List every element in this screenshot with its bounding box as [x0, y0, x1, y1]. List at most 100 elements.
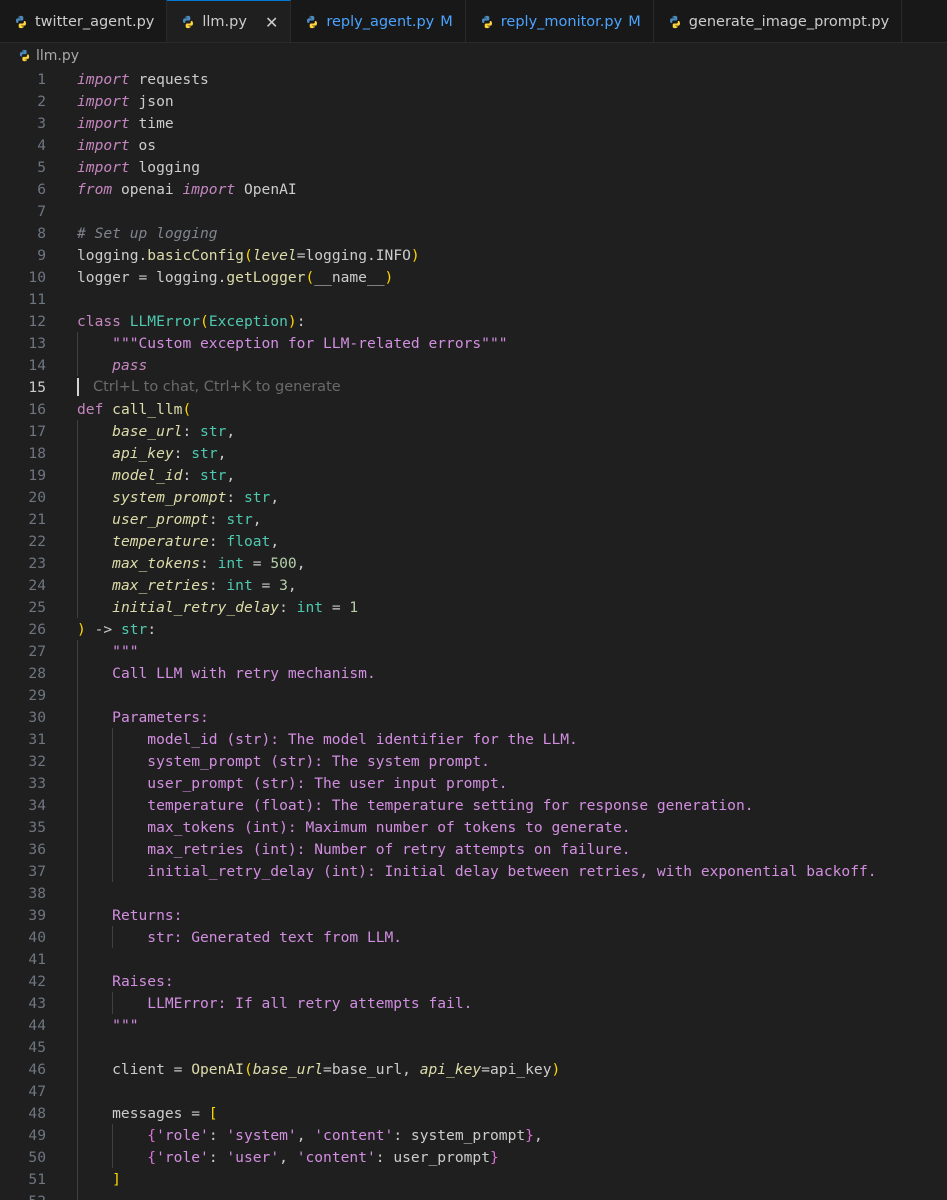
code-text: """ [112, 642, 139, 660]
tab-label: llm.py [202, 14, 247, 30]
code-text: class LLMError(Exception): [77, 312, 306, 330]
line-number: 1 [37, 70, 46, 88]
line-number: 47 [28, 1082, 46, 1100]
code-text: Raises: [112, 972, 174, 990]
line-number: 16 [28, 400, 46, 418]
code-line: 13 """Custom exception for LLM-related e… [0, 332, 947, 354]
line-number: 3 [37, 114, 46, 132]
code-line: 46 client = OpenAI(base_url=base_url, ap… [0, 1058, 947, 1080]
line-number: 24 [28, 576, 46, 594]
line-number: 11 [28, 290, 46, 308]
line-number: 28 [28, 664, 46, 682]
tab-reply-monitor[interactable]: reply_monitor.py M [465, 0, 654, 42]
python-file-icon [183, 15, 194, 29]
code-line: 30 Parameters: [0, 706, 947, 728]
code-line: 24 max_retries: int = 3, [0, 574, 947, 596]
code-text: model_id: str, [112, 466, 236, 484]
line-number: 13 [28, 334, 46, 352]
code-line: 23 max_tokens: int = 500, [0, 552, 947, 574]
python-file-icon [481, 15, 492, 28]
line-number: 30 [28, 708, 46, 726]
inline-hint: Ctrl+L to chat, Ctrl+K to generate [93, 379, 341, 395]
line-number: 9 [37, 246, 46, 264]
code-text: Parameters: [112, 708, 209, 726]
python-file-icon [19, 49, 30, 62]
code-line: 6 from openai import OpenAI [0, 178, 947, 200]
code-line: 21 user_prompt: str, [0, 508, 947, 530]
code-text: temperature: float, [112, 532, 280, 550]
code-editor[interactable]: 1 import requests 2 import json 3 import ti… [0, 68, 947, 1200]
tab-twitter-agent[interactable]: twitter_agent.py [0, 0, 168, 42]
line-number: 8 [37, 224, 46, 242]
code-text: system_prompt: str, [112, 488, 280, 506]
code-line: 48 messages = [ [0, 1102, 947, 1124]
line-number: 51 [28, 1170, 46, 1188]
line-number: 35 [28, 818, 46, 836]
close-icon[interactable]: ✕ [265, 13, 278, 32]
line-number: 41 [28, 950, 46, 968]
code-text: base_url: str, [112, 422, 236, 440]
code-line: 17 base_url: str, [0, 420, 947, 442]
tab-llm[interactable]: llm.py ✕ [167, 0, 292, 42]
modified-badge: M [628, 13, 641, 30]
code-text: Returns: [112, 906, 183, 924]
code-text: import time [77, 114, 174, 132]
line-number: 20 [28, 488, 46, 506]
tab-label: twitter_agent.py [35, 13, 155, 30]
code-line: 38 [0, 882, 947, 904]
breadcrumb-file: llm.py [36, 47, 80, 64]
code-line: 11 [0, 288, 947, 310]
code-text: """Custom exception for LLM-related erro… [112, 334, 508, 352]
code-text: model_id (str): The model identifier for… [147, 730, 578, 748]
code-line: 12 class LLMError(Exception): [0, 310, 947, 332]
code-text: {'role': 'system', 'content': system_pro… [147, 1126, 543, 1144]
line-number: 15 [28, 378, 46, 396]
line-number: 23 [28, 554, 46, 572]
line-number: 29 [28, 686, 46, 704]
code-text: """ [112, 1016, 139, 1034]
code-line: 10 logger = logging.getLogger(__name__) [0, 266, 947, 288]
code-text: max_tokens (int): Maximum number of toke… [147, 818, 631, 836]
code-line: 25 initial_retry_delay: int = 1 [0, 596, 947, 618]
line-number: 6 [37, 180, 46, 198]
code-line: 39 Returns: [0, 904, 947, 926]
code-line: 27 """ [0, 640, 947, 662]
breadcrumb[interactable]: llm.py [0, 43, 947, 68]
line-number: 31 [28, 730, 46, 748]
code-line: 7 [0, 200, 947, 222]
code-line: 19 model_id: str, [0, 464, 947, 486]
code-line: 20 system_prompt: str, [0, 486, 947, 508]
line-number: 17 [28, 422, 46, 440]
code-line-current: 15 Ctrl+L to chat, Ctrl+K to generate [0, 376, 947, 398]
code-text: user_prompt: str, [112, 510, 262, 528]
code-line: 29 [0, 684, 947, 706]
code-text: client = OpenAI(base_url=base_url, api_k… [77, 1060, 561, 1078]
tab-generate-image-prompt[interactable]: generate_image_prompt.py [653, 0, 903, 42]
line-number: 37 [28, 862, 46, 880]
line-number: 22 [28, 532, 46, 550]
code-text: def call_llm( [77, 400, 192, 418]
code-line: 35 max_tokens (int): Maximum number of t… [0, 816, 947, 838]
line-number: 36 [28, 840, 46, 858]
line-number: 25 [28, 598, 46, 616]
code-text: user_prompt (str): The user input prompt… [147, 774, 508, 792]
line-number: 39 [28, 906, 46, 924]
code-line: 42 Raises: [0, 970, 947, 992]
code-line: 28 Call LLM with retry mechanism. [0, 662, 947, 684]
code-line: 16 def call_llm( [0, 398, 947, 420]
python-file-icon [669, 15, 680, 28]
code-line: 8 # Set up logging [0, 222, 947, 244]
line-number: 7 [37, 202, 46, 220]
code-line: 45 [0, 1036, 947, 1058]
code-line: 41 [0, 948, 947, 970]
line-number: 2 [37, 92, 46, 110]
code-text: logger = logging.getLogger(__name__) [77, 268, 394, 286]
code-text: {'role': 'user', 'content': user_prompt} [147, 1148, 499, 1166]
code-line: 36 max_retries (int): Number of retry at… [0, 838, 947, 860]
code-line: 43 LLMError: If all retry attempts fail. [0, 992, 947, 1014]
line-number: 5 [37, 158, 46, 176]
line-number: 42 [28, 972, 46, 990]
python-file-icon [16, 15, 26, 28]
tab-reply-agent[interactable]: reply_agent.py M [291, 0, 466, 42]
line-number: 52 [0, 1193, 46, 1200]
